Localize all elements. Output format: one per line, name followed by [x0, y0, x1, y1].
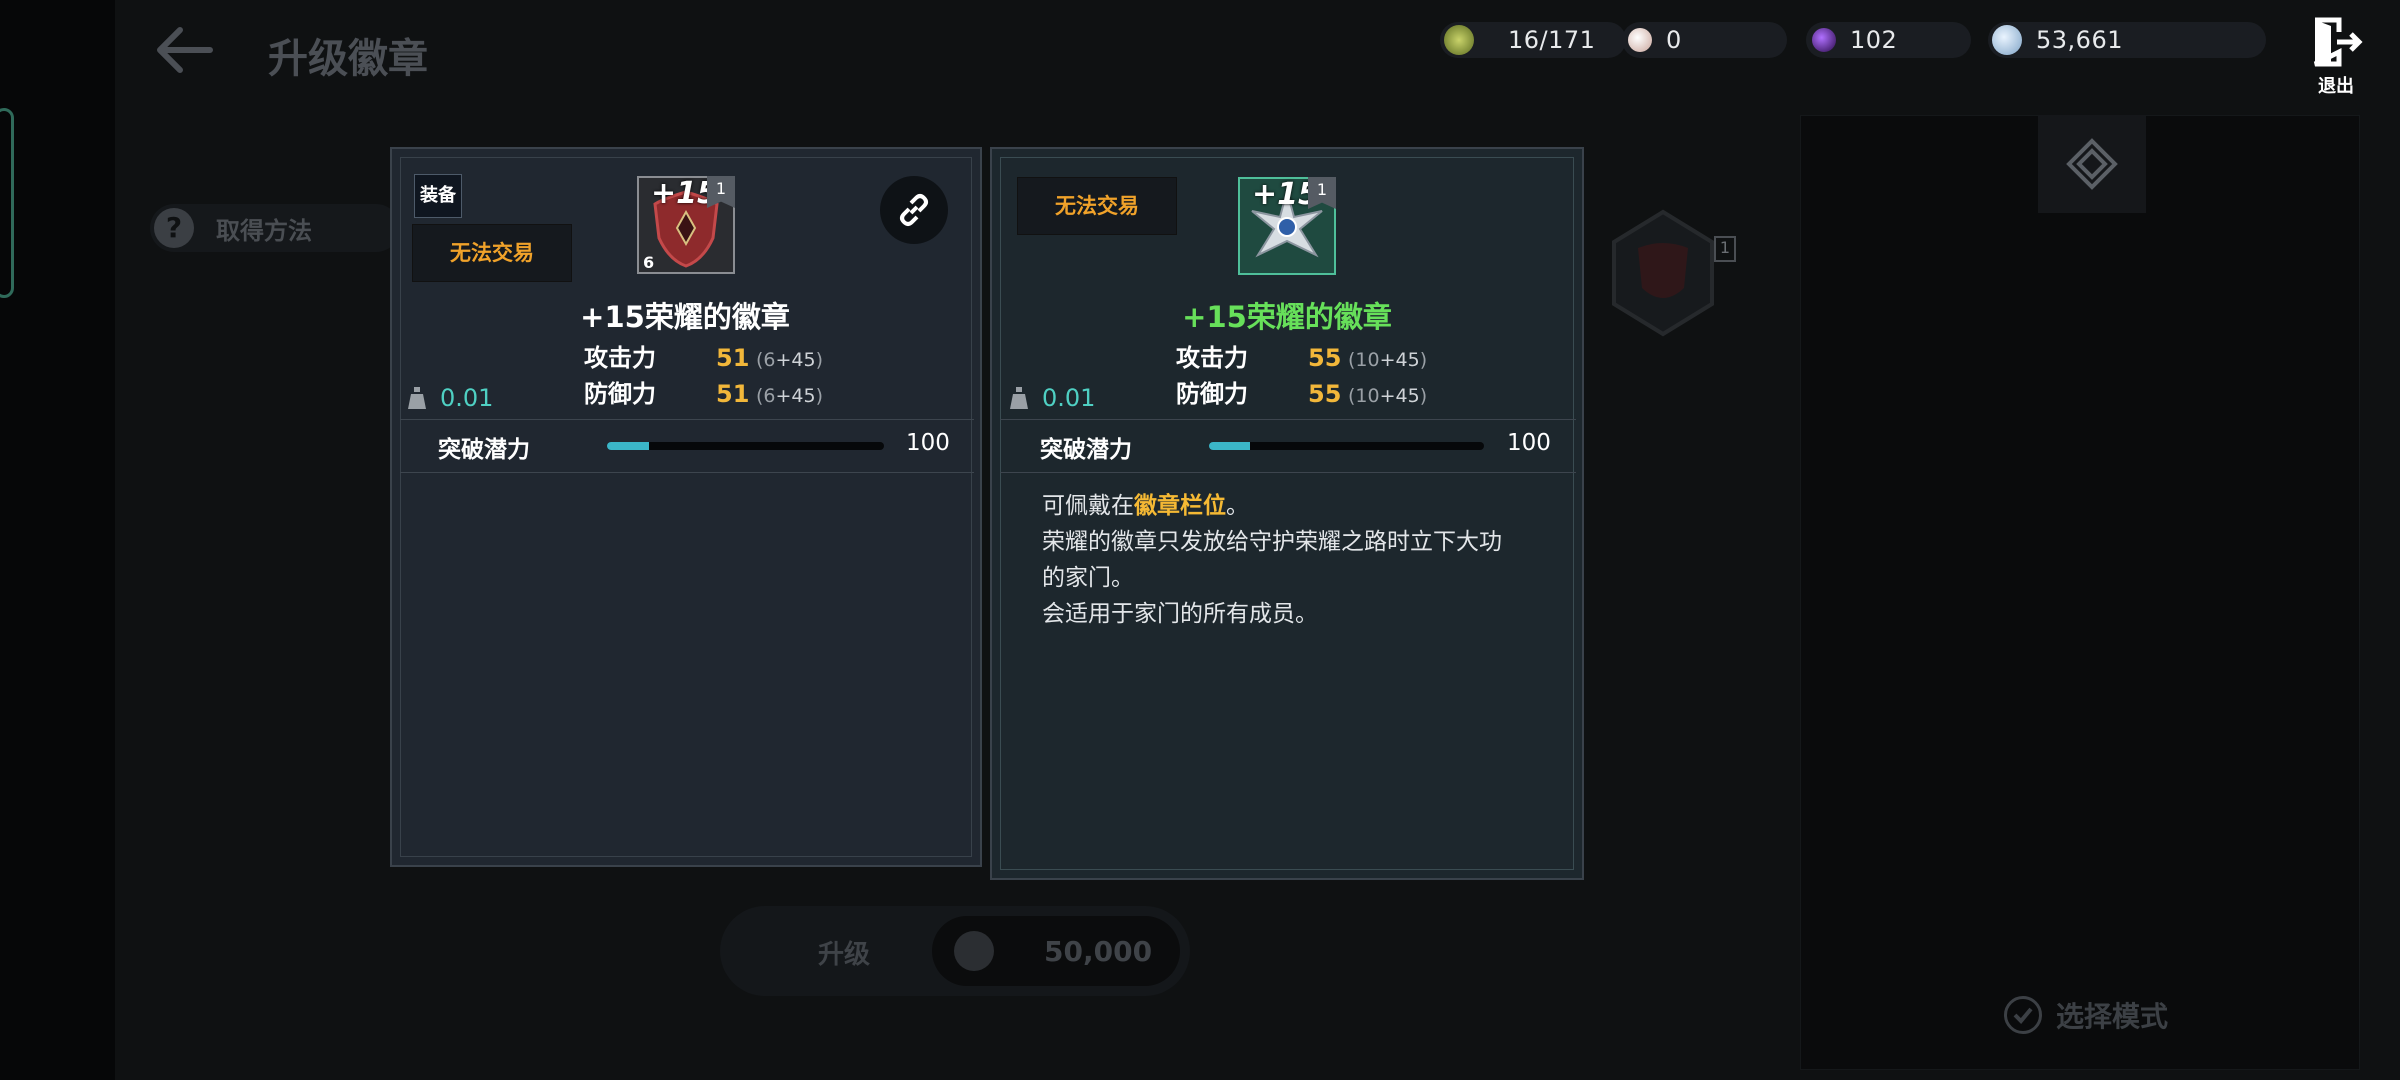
background-badge-icon — [1608, 208, 1718, 338]
stat-defense: 防御力 51 (6+45) — [584, 380, 824, 408]
stat-defense: 防御力 55 (10+45) — [1176, 380, 1428, 408]
divider — [400, 419, 974, 420]
energy-gem-icon — [1444, 25, 1474, 55]
item-slot[interactable]: +15 1 — [1238, 177, 1336, 275]
item-description: 可佩戴在徽章栏位。 荣耀的徽章只发放给守护荣耀之路时立下大功 的家门。 会适用于… — [1042, 493, 1502, 627]
item-weight: 0.01 — [1010, 384, 1095, 412]
stat-attack: 攻击力 55 (10+45) — [1176, 344, 1428, 372]
knot-icon — [2066, 138, 2118, 190]
currency-silver: 53,661 — [1988, 22, 2266, 58]
item-name: +15荣耀的徽章 — [1182, 300, 1392, 334]
potential-bar — [1209, 442, 1484, 450]
divider — [400, 472, 974, 473]
page-title: 升级徽章 — [268, 36, 428, 82]
inventory-tab[interactable] — [2038, 115, 2146, 213]
potential-label: 突破潜力 — [1040, 437, 1132, 463]
exit-door-icon — [2313, 17, 2363, 67]
background-badge-tier: 1 — [1714, 236, 1736, 262]
side-drawer-handle[interactable] — [0, 108, 14, 298]
question-icon: ? — [154, 208, 194, 248]
coin-icon — [954, 931, 994, 971]
left-edge-strip — [0, 0, 115, 1080]
equipped-tag: 装备 — [414, 174, 462, 218]
link-icon — [900, 194, 928, 226]
check-circle-icon — [2004, 996, 2042, 1034]
potential-bar — [607, 442, 884, 450]
item-name: +15荣耀的徽章 — [580, 300, 790, 334]
badge-inventory-panel — [1800, 115, 2360, 1070]
stat-attack: 攻击力 51 (6+45) — [584, 344, 824, 372]
exit-button[interactable]: 退出 — [2306, 16, 2366, 97]
potential-value: 100 — [906, 430, 950, 456]
back-arrow-icon[interactable] — [150, 22, 214, 78]
untradeable-tag: 无法交易 — [412, 224, 572, 282]
select-mode-toggle[interactable]: 选择模式 — [2004, 995, 2168, 1035]
silver-coin-icon — [1992, 25, 2022, 55]
item-slot[interactable]: +15 1 6 — [637, 176, 735, 274]
currency-pearl: 0 — [1622, 22, 1787, 58]
divider — [1000, 419, 1576, 420]
upgrade-cost: 50,000 — [932, 916, 1180, 986]
pearl-icon — [1628, 28, 1652, 52]
item-weight: 0.01 — [408, 384, 493, 412]
weight-icon — [408, 387, 426, 409]
potential-label: 突破潜力 — [438, 437, 530, 463]
upgrade-label: 升级 — [818, 940, 871, 970]
currency-dark-orb: 102 — [1806, 22, 1971, 58]
currency-energy: 16/171 — [1440, 22, 1626, 58]
untradeable-tag: 无法交易 — [1017, 177, 1177, 235]
divider — [1000, 472, 1576, 473]
how-to-obtain-button[interactable]: ? 取得方法 — [150, 204, 400, 252]
potential-value: 100 — [1507, 430, 1551, 456]
dark-orb-icon — [1812, 28, 1836, 52]
weight-icon — [1010, 387, 1028, 409]
link-button[interactable] — [880, 176, 948, 244]
